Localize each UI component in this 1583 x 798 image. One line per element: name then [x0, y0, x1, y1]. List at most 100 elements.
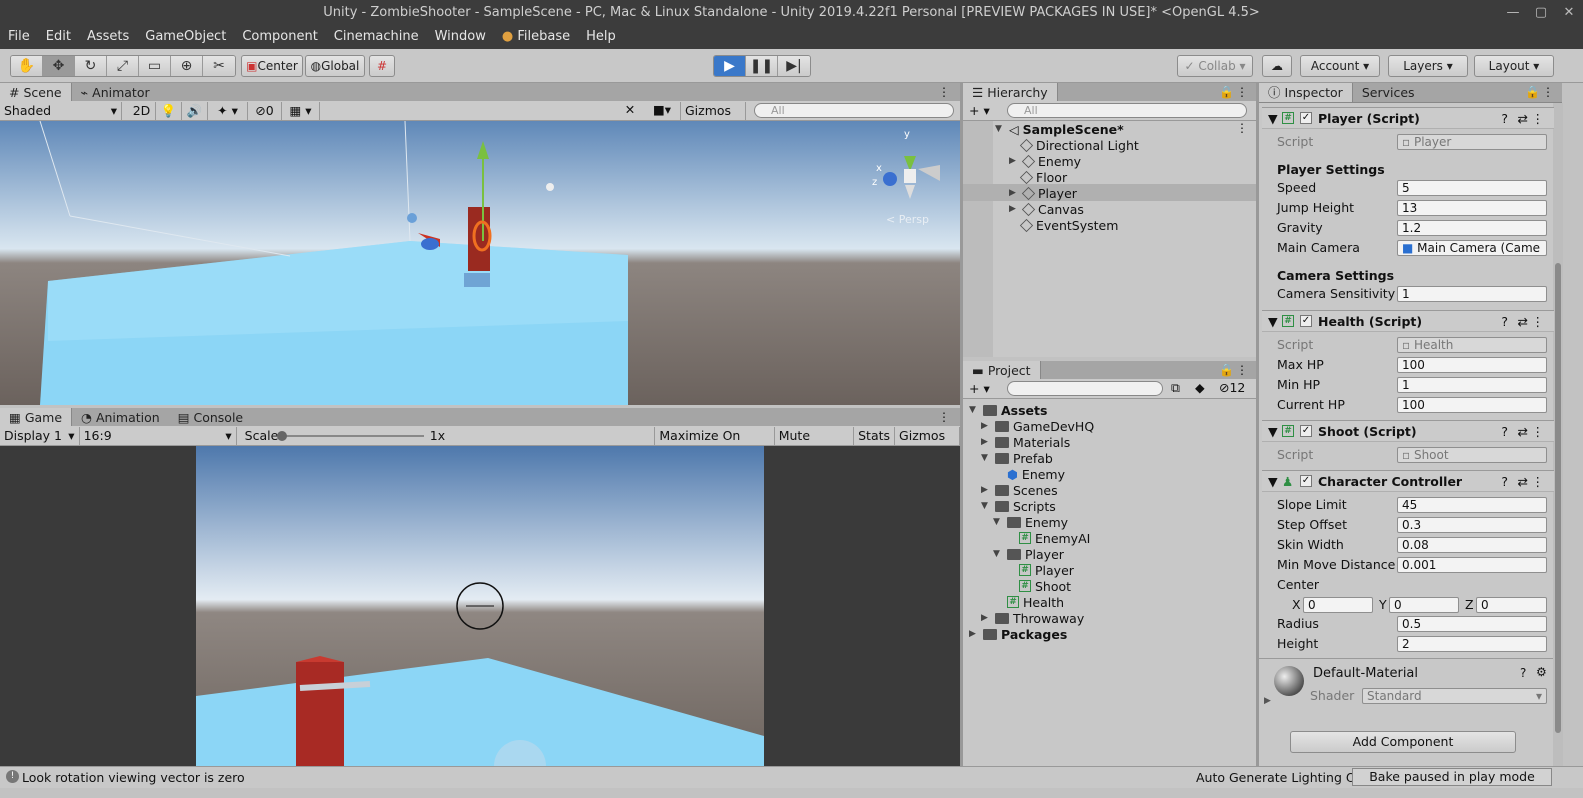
- play-icon[interactable]: ▶: [714, 56, 746, 76]
- camera-icon[interactable]: ■▾: [648, 102, 676, 117]
- help-icon[interactable]: ?: [1520, 666, 1526, 680]
- min-move-distance-input[interactable]: 0.001: [1397, 557, 1547, 573]
- status-message[interactable]: Look rotation viewing vector is zero: [22, 770, 245, 785]
- player-script-header[interactable]: ▼ # ✓ Player (Script) ? ⇄ ⋮: [1262, 107, 1554, 129]
- minimize-icon[interactable]: —: [1499, 0, 1527, 25]
- game-menu-icon[interactable]: ⋮: [938, 408, 950, 427]
- project-add-icon[interactable]: + ▾: [963, 381, 997, 396]
- close-icon[interactable]: ✕: [1555, 0, 1583, 25]
- help-icon[interactable]: ?: [1501, 311, 1508, 332]
- filter-type-icon[interactable]: ⧉: [1171, 380, 1180, 396]
- scene-search-input[interactable]: All: [754, 103, 954, 118]
- hierarchy-search-input[interactable]: All: [1007, 103, 1247, 118]
- tools-icon[interactable]: ✕: [620, 102, 640, 117]
- material-foldout-icon[interactable]: ▶: [1264, 696, 1271, 706]
- tab-inspector[interactable]: ⓘ Inspector: [1259, 83, 1353, 102]
- project-item[interactable]: ⬢ Enemy: [1007, 466, 1065, 482]
- project-item[interactable]: ▶ Packages: [969, 626, 1067, 642]
- foldout-arrow-icon[interactable]: ▼: [1268, 471, 1278, 492]
- hierarchy-add-icon[interactable]: + ▾: [963, 103, 997, 118]
- radius-input[interactable]: 0.5: [1397, 616, 1547, 632]
- snap-button[interactable]: #: [369, 55, 395, 77]
- tab-animator[interactable]: ⌁ Animator: [72, 83, 159, 102]
- height-input[interactable]: 2: [1397, 636, 1547, 652]
- display-dropdown[interactable]: Display 1 ▾: [0, 426, 80, 445]
- hand-tool-icon[interactable]: ✋: [11, 56, 43, 76]
- enabled-checkbox[interactable]: ✓: [1300, 425, 1312, 437]
- project-item[interactable]: ▼ Assets: [969, 402, 1047, 418]
- collapsed-arrow-icon[interactable]: ▶: [981, 485, 991, 495]
- rect-tool-icon[interactable]: ▭: [139, 56, 171, 76]
- scale-slider[interactable]: [276, 427, 426, 445]
- hierarchy-scene[interactable]: ▼ ◁ SampleScene*: [995, 121, 1124, 137]
- game-gizmos-dropdown[interactable]: Gizmos ▾: [895, 426, 960, 461]
- project-item[interactable]: ▼ Scripts: [981, 498, 1056, 514]
- health-script-header[interactable]: ▼ # ✓ Health (Script) ? ⇄ ⋮: [1262, 310, 1554, 332]
- skin-width-input[interactable]: 0.08: [1397, 537, 1547, 553]
- custom-tool-icon[interactable]: ✂: [203, 56, 235, 76]
- project-item[interactable]: ▶ Scenes: [981, 482, 1058, 498]
- foldout-arrow-icon[interactable]: ▼: [1268, 311, 1278, 332]
- expand-arrow-icon[interactable]: ▼: [995, 124, 1005, 134]
- project-hidden-toggle[interactable]: ⊘12: [1219, 380, 1245, 395]
- hierarchy-item[interactable]: Floor: [1019, 169, 1067, 185]
- menu-edit[interactable]: Edit: [38, 25, 79, 49]
- grid-icon[interactable]: ▦ ▾: [282, 101, 320, 120]
- component-menu-icon[interactable]: ⋮: [1532, 311, 1545, 332]
- inspector-lock-icon[interactable]: 🔒: [1525, 83, 1540, 102]
- collapsed-arrow-icon[interactable]: ▶: [1009, 204, 1019, 214]
- component-menu-icon[interactable]: ⋮: [1532, 471, 1545, 492]
- inspector-menu-icon[interactable]: ⋮: [1542, 83, 1554, 102]
- script-field[interactable]: ▫ Health: [1397, 337, 1547, 353]
- component-menu-icon[interactable]: ⋮: [1532, 108, 1545, 129]
- foldout-arrow-icon[interactable]: ▼: [1268, 108, 1278, 129]
- rotate-tool-icon[interactable]: ↻: [75, 56, 107, 76]
- collapsed-arrow-icon[interactable]: ▶: [981, 437, 991, 447]
- project-item[interactable]: ▶ Materials: [981, 434, 1070, 450]
- project-item[interactable]: # EnemyAI: [1019, 530, 1090, 546]
- hierarchy-lock-icon[interactable]: 🔒: [1219, 83, 1234, 102]
- tab-game[interactable]: ▦ Game: [0, 408, 73, 427]
- settings-gear-icon[interactable]: ⚙: [1536, 665, 1547, 679]
- move-tool-icon[interactable]: ✥: [43, 56, 75, 76]
- hierarchy-item-selected[interactable]: ▶ Player: [1009, 185, 1077, 201]
- speed-input[interactable]: 5: [1397, 180, 1547, 196]
- bake-status[interactable]: Bake paused in play mode: [1352, 768, 1552, 786]
- foldout-arrow-icon[interactable]: ▼: [1268, 421, 1278, 442]
- tab-scene[interactable]: # Scene: [0, 83, 72, 102]
- tab-animation[interactable]: ◔ Animation: [72, 408, 169, 427]
- project-item[interactable]: ▶ GameDevHQ: [981, 418, 1094, 434]
- aspect-dropdown[interactable]: 16:9 ▾: [80, 426, 237, 445]
- expand-arrow-icon[interactable]: ▼: [981, 501, 991, 511]
- collapsed-arrow-icon[interactable]: ▶: [1009, 156, 1019, 166]
- max-hp-input[interactable]: 100: [1397, 357, 1547, 373]
- step-icon[interactable]: ▶|: [778, 56, 810, 76]
- expand-arrow-icon[interactable]: ▼: [969, 405, 979, 415]
- tab-services[interactable]: Services: [1353, 83, 1424, 102]
- effects-icon[interactable]: ✦ ▾: [208, 101, 248, 120]
- project-lock-icon[interactable]: 🔒: [1219, 361, 1234, 380]
- pause-icon[interactable]: ❚❚: [746, 56, 778, 76]
- menu-file[interactable]: File: [0, 25, 38, 49]
- help-icon[interactable]: ?: [1501, 471, 1508, 492]
- layout-dropdown[interactable]: Layout ▾: [1474, 55, 1554, 77]
- tab-project[interactable]: ▬ Project: [963, 361, 1041, 380]
- menu-component[interactable]: Component: [234, 25, 325, 49]
- lighting-icon[interactable]: 💡: [156, 101, 182, 120]
- toggle-2d-button[interactable]: 2D: [128, 101, 156, 120]
- maximize-icon[interactable]: ▢: [1527, 0, 1555, 25]
- project-item[interactable]: ▼ Prefab: [981, 450, 1053, 466]
- inspector-scrollbar[interactable]: [1553, 103, 1563, 766]
- menu-cinemachine[interactable]: Cinemachine: [326, 25, 427, 49]
- project-menu-icon[interactable]: ⋮: [1236, 361, 1248, 380]
- expand-arrow-icon[interactable]: ▼: [993, 549, 1003, 559]
- scene-menu-dots-icon[interactable]: ⋮: [1236, 121, 1248, 135]
- menu-assets[interactable]: Assets: [79, 25, 137, 49]
- current-hp-input[interactable]: 100: [1397, 397, 1547, 413]
- shading-dropdown[interactable]: Shaded ▾: [0, 101, 122, 120]
- menu-gameobject[interactable]: GameObject: [137, 25, 234, 49]
- hierarchy-item[interactable]: EventSystem: [1019, 217, 1118, 233]
- menu-window[interactable]: Window: [427, 25, 494, 49]
- project-item[interactable]: ▶ Throwaway: [981, 610, 1084, 626]
- expand-arrow-icon[interactable]: ▼: [993, 517, 1003, 527]
